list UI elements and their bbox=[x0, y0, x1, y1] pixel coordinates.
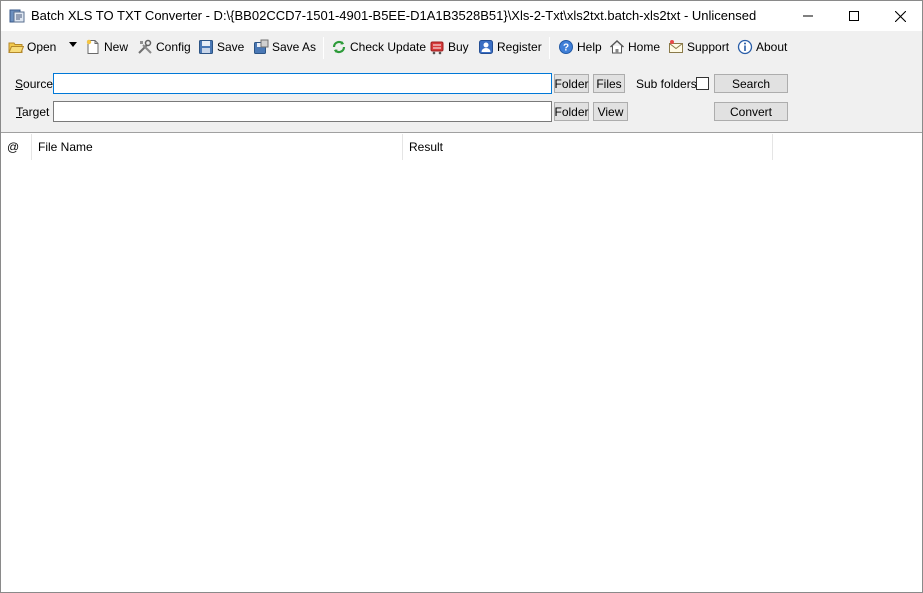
new-button[interactable]: New bbox=[85, 36, 128, 58]
info-icon bbox=[737, 39, 753, 55]
column-header-status[interactable]: @ bbox=[1, 134, 32, 160]
check-update-button[interactable]: Check Update bbox=[331, 36, 426, 58]
home-icon bbox=[610, 40, 624, 54]
column-header-file-name[interactable]: File Name bbox=[32, 134, 403, 160]
update-icon bbox=[332, 40, 346, 54]
main-window: Batch XLS TO TXT Converter - D:\{BB02CCD… bbox=[0, 0, 923, 593]
save-as-label: Save As bbox=[272, 40, 317, 54]
app-icon bbox=[9, 8, 25, 24]
source-folder-button[interactable]: Folder bbox=[554, 74, 589, 93]
support-button[interactable]: Support bbox=[668, 36, 729, 58]
register-button[interactable]: Register bbox=[478, 36, 542, 58]
save-label: Save bbox=[217, 40, 245, 54]
tools-icon bbox=[138, 39, 152, 54]
buy-label: Buy bbox=[448, 40, 469, 54]
shopping-cart-icon bbox=[430, 41, 444, 55]
help-button[interactable]: ? Help bbox=[558, 36, 602, 58]
help-question-icon: ? bbox=[559, 40, 573, 54]
open-button[interactable]: Open bbox=[8, 36, 56, 58]
new-file-icon bbox=[86, 39, 99, 54]
target-label: Target bbox=[16, 105, 50, 119]
support-label: Support bbox=[687, 40, 730, 54]
home-label: Home bbox=[628, 40, 661, 54]
config-button[interactable]: Config bbox=[137, 36, 191, 58]
target-view-button[interactable]: View bbox=[593, 102, 628, 121]
target-input[interactable] bbox=[53, 101, 552, 122]
save-as-button[interactable]: Save As bbox=[253, 36, 316, 58]
close-icon bbox=[894, 10, 906, 22]
source-files-button[interactable]: Files bbox=[593, 74, 625, 93]
about-button[interactable]: About bbox=[737, 36, 787, 58]
column-header-result[interactable]: Result bbox=[403, 134, 773, 160]
about-label: About bbox=[756, 40, 788, 54]
source-label: Source bbox=[15, 77, 54, 91]
maximize-button[interactable] bbox=[831, 1, 877, 31]
maximize-icon bbox=[849, 11, 859, 21]
home-button[interactable]: Home bbox=[609, 36, 660, 58]
target-folder-button[interactable]: Folder bbox=[554, 102, 589, 121]
support-mail-icon bbox=[669, 40, 683, 53]
sub-folders-label: Sub folders bbox=[636, 77, 697, 91]
toolbar-separator bbox=[549, 37, 550, 59]
file-list[interactable]: @ File Name Result bbox=[1, 134, 922, 592]
open-dropdown-arrow-icon[interactable] bbox=[69, 42, 77, 47]
minimize-icon bbox=[803, 15, 813, 17]
search-button[interactable]: Search bbox=[714, 74, 788, 93]
register-user-icon bbox=[479, 40, 493, 54]
register-label: Register bbox=[497, 40, 542, 54]
new-label: New bbox=[104, 40, 129, 54]
check-update-label: Check Update bbox=[350, 40, 427, 54]
save-disk-icon bbox=[199, 40, 213, 54]
open-folder-icon bbox=[8, 42, 24, 53]
help-label: Help bbox=[577, 40, 602, 54]
sub-folders-checkbox[interactable] bbox=[696, 77, 709, 90]
minimize-button[interactable] bbox=[785, 1, 831, 31]
toolbar-separator bbox=[323, 37, 324, 59]
open-label: Open bbox=[27, 40, 57, 54]
convert-button[interactable]: Convert bbox=[714, 102, 788, 121]
window-title: Batch XLS TO TXT Converter - D:\{BB02CCD… bbox=[31, 8, 757, 23]
options-panel: Source Folder Files Sub folders Search T… bbox=[1, 62, 922, 133]
source-input[interactable] bbox=[53, 73, 552, 94]
save-as-icon bbox=[254, 39, 269, 54]
toolbar: Open New Config Save Save As Check Updat… bbox=[1, 31, 922, 62]
list-header: @ File Name Result bbox=[1, 134, 922, 160]
close-button[interactable] bbox=[877, 1, 923, 31]
svg-text:?: ? bbox=[563, 43, 569, 54]
title-bar: Batch XLS TO TXT Converter - D:\{BB02CCD… bbox=[1, 1, 922, 31]
buy-button[interactable]: Buy bbox=[429, 36, 469, 58]
config-label: Config bbox=[156, 40, 191, 54]
save-button[interactable]: Save bbox=[198, 36, 244, 58]
